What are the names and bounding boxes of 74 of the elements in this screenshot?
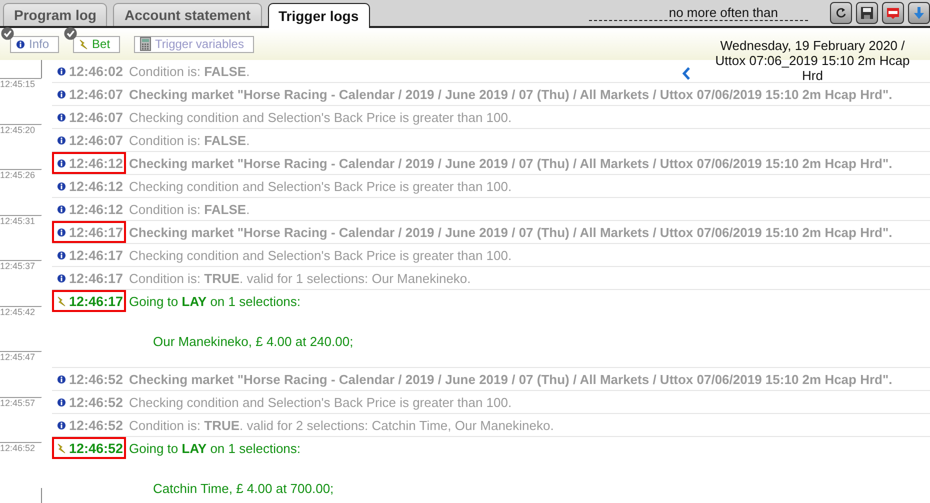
- lightning-icon: [57, 296, 66, 306]
- download-icon[interactable]: [908, 2, 930, 24]
- log-time: 12:46:52: [69, 418, 124, 432]
- log-message: Going to LAY on 1 selections:: [129, 294, 301, 308]
- log-time: 12:46:02: [69, 64, 124, 78]
- log-time: 12:46:12: [69, 178, 124, 194]
- info-icon: [57, 66, 66, 76]
- info-icon: [57, 398, 66, 406]
- log-time: 12:46:07: [69, 132, 124, 148]
- log-message: Checking condition and Selection's Back Price is greater than 100.: [129, 248, 512, 262]
- bet-detail: Catchin Time, £ 4.00 at 700.00;: [153, 481, 334, 496]
- log-message: Checking market "Horse Racing - Calendar / 2019 / June 2019 / 07 (Thu) / All Markets / Uttox 07/06/2019 15:10 2m Hcap Hrd".: [129, 86, 892, 102]
- gutter-time: 12:45:26: [0, 170, 36, 180]
- log-message: Checking condition and Selection's Back Price is greater than 100.: [129, 110, 512, 124]
- refresh-icon[interactable]: [830, 2, 852, 24]
- calculator-icon: [140, 37, 152, 51]
- gutter-time: 12:45:57: [0, 398, 36, 408]
- info-icon: [57, 374, 66, 384]
- lightning-icon: [57, 442, 66, 454]
- info-icon: [16, 40, 25, 48]
- log-time: 12:46:17: [69, 294, 124, 308]
- log-time: 12:46:52: [69, 372, 124, 386]
- filter-button[interactable]: Trigger variables: [134, 36, 254, 52]
- log-time: 12:46:17: [69, 270, 124, 286]
- date-heading: Wednesday, 19 February 2020 / Uttox 07:06_2019 15:10 2m Hcap Hrd: [714, 38, 911, 83]
- info-icon: [57, 158, 66, 168]
- info-icon: [57, 182, 66, 190]
- log-time: 12:46:12: [69, 202, 124, 216]
- bet-detail: Our Manekineko, £ 4.00 at 240.00;: [153, 334, 354, 349]
- log-message: Checking condition and Selection's Back Price is greater than 100.: [129, 178, 512, 194]
- log-time: 12:46:12: [69, 156, 124, 170]
- log-message: Condition is: TRUE. valid for 2 selections: Catchin Time, Our Manekineko.: [129, 418, 554, 432]
- save-icon[interactable]: [856, 2, 878, 24]
- info-icon: [57, 112, 66, 122]
- gutter-time: 12:46:52: [0, 443, 36, 453]
- info-icon: [57, 250, 66, 260]
- check-icon[interactable]: [1, 26, 14, 40]
- info-icon: [57, 420, 66, 430]
- tab[interactable]: Account statement: [113, 3, 262, 26]
- info-icon: [57, 228, 66, 236]
- screen-icon[interactable]: [882, 2, 904, 24]
- log-time: 12:46:17: [69, 224, 124, 240]
- log-time: 12:46:17: [69, 248, 124, 262]
- gutter-time: 12:45:37: [0, 261, 36, 271]
- log-message: Checking market "Horse Racing - Calendar / 2019 / June 2019 / 07 (Thu) / All Markets / Uttox 07/06/2019 15:10 2m Hcap Hrd".: [129, 156, 892, 170]
- gutter-time: 12:45:42: [0, 306, 36, 316]
- throttle-label[interactable]: no more often than: [588, 5, 808, 21]
- info-icon: [57, 90, 66, 98]
- chevron-left-icon[interactable]: [682, 67, 690, 80]
- info-icon: [57, 136, 66, 144]
- log-time: 12:46:52: [69, 440, 124, 456]
- tab[interactable]: Program log: [3, 3, 108, 26]
- log-message: Condition is: FALSE.: [129, 202, 250, 216]
- filter-button[interactable]: Info: [10, 36, 60, 52]
- filter-button[interactable]: Bet: [73, 36, 120, 52]
- gutter-time: 12:45:47: [0, 352, 36, 362]
- log-message: Condition is: TRUE. valid for 1 selections: Our Manekineko.: [129, 270, 471, 286]
- log-message: Checking condition and Selection's Back Price is greater than 100.: [129, 394, 512, 410]
- gutter-time: 12:45:15: [0, 79, 36, 89]
- gutter-time: 12:45:31: [0, 216, 36, 226]
- log-message: Condition is: FALSE.: [129, 132, 250, 148]
- tab[interactable]: Trigger logs: [268, 3, 370, 28]
- log-time: 12:46:07: [69, 110, 124, 124]
- log-time: 12:46:52: [69, 394, 124, 410]
- check-icon[interactable]: [64, 26, 78, 40]
- log-message: Checking market "Horse Racing - Calendar / 2019 / June 2019 / 07 (Thu) / All Markets / Uttox 07/06/2019 15:10 2m Hcap Hrd".: [129, 224, 892, 240]
- log-message: Checking market "Horse Racing - Calendar / 2019 / June 2019 / 07 (Thu) / All Markets / Uttox 07/06/2019 15:10 2m Hcap Hrd".: [129, 372, 892, 386]
- lightning-icon: [79, 38, 88, 50]
- info-icon: [57, 204, 66, 214]
- log-message: Going to LAY on 1 selections:: [129, 440, 301, 456]
- info-icon: [57, 274, 66, 282]
- gutter-time: 12:45:20: [0, 124, 36, 134]
- log-time: 12:46:07: [69, 86, 124, 102]
- log-message: Condition is: FALSE.: [129, 64, 250, 78]
